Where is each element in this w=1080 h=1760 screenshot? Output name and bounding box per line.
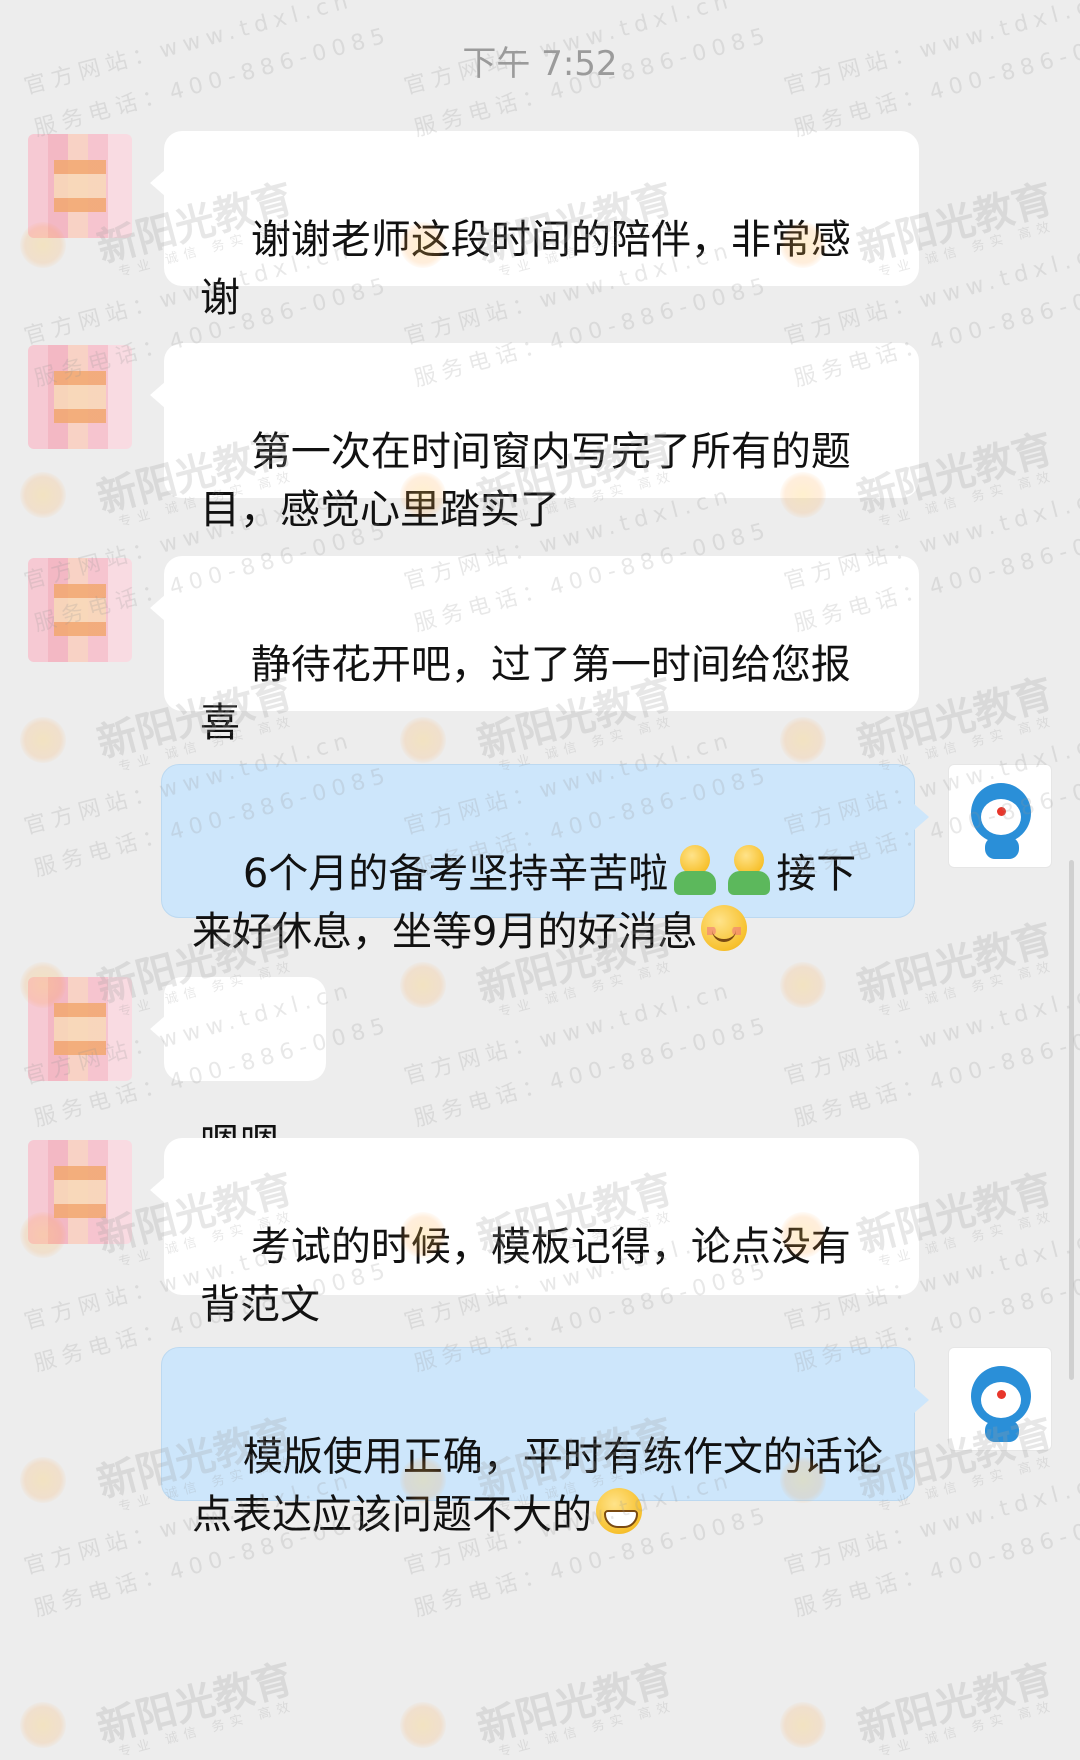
smile-emoji-icon [699,903,749,953]
message-bubble-outgoing[interactable]: 6个月的备考坚持辛苦啦 接下来好休息，坐等9月的好消息 [161,764,929,955]
message-text: 静待花开吧，过了第一时间给您报喜 [200,642,851,746]
watermark-brand-text: 新阳光教育 [472,1655,678,1753]
watermark-phone-text: 服务电话：400-886-0085 [411,1012,774,1132]
watermark-brand-text: 新阳光教育 [852,1655,1058,1753]
watermark-brand-text: 新阳光教育 [92,1655,298,1753]
doraemon-icon [971,1366,1031,1426]
hug-emoji-icon [670,845,720,895]
scrollbar[interactable] [1069,860,1074,1380]
watermark-logo-icon [780,717,826,763]
contact-avatar[interactable] [28,345,132,449]
message-text: 第一次在时间窗内写完了所有的题目，感觉心里踏实了 [200,429,851,533]
watermark-logo-icon [400,717,446,763]
contact-avatar[interactable] [28,1140,132,1244]
my-avatar[interactable] [948,1347,1052,1451]
watermark-tags-text: 专业 诚信 务实 高效 [877,958,1058,1021]
watermark-tags-text: 专业 诚信 务实 高效 [497,958,678,1021]
watermark-site-text: 官方网站：www.tdxl.cn [401,977,737,1090]
watermark-logo-icon [780,962,826,1008]
watermark-tags-text: 专业 诚信 务实 高效 [497,1698,678,1760]
my-avatar[interactable] [948,764,1052,868]
watermark-tags-text: 专业 诚信 务实 高效 [877,1698,1058,1760]
grin-emoji-icon [594,1486,644,1536]
message-bubble-incoming[interactable]: 考试的时候，模板记得，论点没有背范文 [150,1138,919,1328]
watermark-logo-icon [20,717,66,763]
message-text: 模版使用正确，平时有练作文的话论点表达应该问题不大的 [192,1434,883,1538]
message-text: 6个月的备考坚持辛苦啦 [242,851,669,897]
message-bubble-outgoing[interactable]: 模版使用正确，平时有练作文的话论点表达应该问题不大的 [161,1347,929,1538]
message-bubble-incoming[interactable]: 谢谢老师这段时间的陪伴，非常感谢 [150,131,919,321]
watermark-tags-text: 专业 诚信 务实 高效 [117,1698,298,1760]
contact-avatar[interactable] [28,977,132,1081]
chat-timestamp: 下午 7:52 [462,44,618,84]
watermark-logo-icon [400,1702,446,1748]
message-text: 考试的时候，模板记得，论点没有背范文 [200,1224,851,1328]
watermark-site-text: 官方网站：www.tdxl.cn [781,977,1080,1090]
watermark-logo-icon [20,1457,66,1503]
hug-emoji-icon [724,845,774,895]
watermark-brand-text: 新阳光教育 [852,915,1058,1013]
watermark-phone-text: 服务电话：400-886-0085 [791,1012,1080,1132]
message-bubble-incoming[interactable]: 第一次在时间窗内写完了所有的题目，感觉心里踏实了 [150,343,919,533]
watermark-logo-icon [780,1702,826,1748]
watermark-logo-icon [400,962,446,1008]
watermark-logo-icon [20,472,66,518]
doraemon-icon [971,783,1031,843]
watermark-tile: 官方网站：www.tdxl.cn 服务电话：400-886-0085 新阳光教育 专业… [780,1468,1080,1760]
watermark-logo-icon [20,1702,66,1748]
message-text: 谢谢老师这段时间的陪伴，非常感谢 [200,217,851,321]
watermark-phone-text: 服务电话：400-886-0085 [791,1502,1080,1622]
contact-avatar[interactable] [28,558,132,662]
message-bubble-incoming[interactable]: 静待花开吧，过了第一时间给您报喜 [150,556,919,746]
message-bubble-incoming[interactable]: 嗯嗯 [150,977,326,1167]
contact-avatar[interactable] [28,134,132,238]
